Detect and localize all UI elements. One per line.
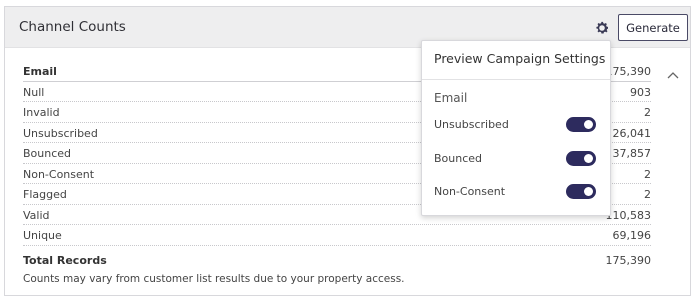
popover-divider: [422, 79, 610, 80]
generate-button[interactable]: Generate: [618, 14, 688, 41]
total-row: Total Records 175,390: [23, 250, 651, 271]
row-value: 2: [644, 167, 651, 181]
row-label: Valid: [23, 208, 50, 222]
toggle-knob: [584, 187, 593, 196]
panel-title: Channel Counts: [19, 19, 126, 35]
toggle-row-bounced: Bounced: [434, 150, 600, 168]
preview-campaign-settings-popover: Preview Campaign Settings Email Unsubscr…: [421, 40, 611, 216]
toggle-label: Unsubscribed: [434, 118, 509, 131]
toggle-label: Non-Consent: [434, 185, 506, 198]
row-label: Null: [23, 85, 45, 99]
popover-title: Preview Campaign Settings: [434, 51, 606, 66]
row-value: 37,857: [612, 147, 652, 160]
toggle-row-non-consent: Non-Consent: [434, 183, 600, 201]
row-label: Flagged: [23, 188, 67, 201]
row-value: 2: [644, 106, 651, 119]
unsubscribed-toggle[interactable]: [566, 117, 596, 132]
row-label: Non-Consent: [23, 167, 95, 181]
row-label: Bounced: [23, 147, 72, 160]
row-label: Unique: [23, 229, 62, 242]
row-value: 2: [644, 188, 651, 201]
row-value: 903: [630, 85, 651, 99]
gear-icon[interactable]: [594, 20, 610, 36]
chevron-up-icon[interactable]: [666, 65, 680, 79]
row-value: 69,196: [612, 229, 652, 242]
popover-section-label: Email: [434, 91, 468, 105]
total-value: 175,390: [605, 253, 652, 267]
channel-label: Email: [23, 65, 57, 78]
row-label: Unsubscribed: [23, 126, 98, 140]
bounced-toggle[interactable]: [566, 151, 596, 166]
channel-total-value: 175,390: [605, 65, 652, 78]
row-value: 110,583: [605, 208, 652, 222]
row-label: Invalid: [23, 106, 60, 119]
row-value: 26,041: [612, 126, 652, 140]
toggle-label: Bounced: [434, 152, 483, 165]
table-row: Unique 69,196: [23, 225, 651, 246]
non-consent-toggle[interactable]: [566, 184, 596, 199]
toggle-row-unsubscribed: Unsubscribed: [434, 116, 600, 134]
counts-note: Counts may vary from customer list resul…: [23, 273, 405, 285]
toggle-knob: [584, 120, 593, 129]
toggle-knob: [584, 154, 593, 163]
total-label: Total Records: [23, 253, 107, 267]
